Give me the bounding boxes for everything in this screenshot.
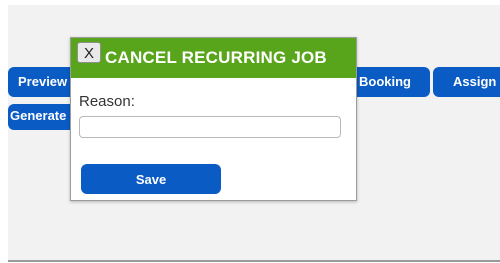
assign-button-label: Assign: [453, 74, 497, 89]
cancel-recurring-job-dialog: X CANCEL RECURRING JOB Reason: Save: [70, 37, 357, 201]
booking-button[interactable]: Booking: [349, 67, 430, 97]
preview-button[interactable]: Preview C: [8, 67, 78, 97]
assign-button[interactable]: Assign: [433, 67, 500, 97]
generate-button-label: Generate I: [10, 108, 74, 123]
preview-button-label: Preview C: [18, 74, 78, 89]
reason-label: Reason:: [79, 93, 135, 110]
close-button[interactable]: X: [77, 42, 101, 63]
reason-input[interactable]: [79, 116, 341, 138]
save-button[interactable]: Save: [81, 164, 221, 194]
generate-button[interactable]: Generate I: [8, 104, 78, 130]
dialog-header: X CANCEL RECURRING JOB: [71, 38, 356, 78]
booking-button-label: Booking: [359, 74, 411, 89]
dialog-title: CANCEL RECURRING JOB: [105, 48, 327, 67]
